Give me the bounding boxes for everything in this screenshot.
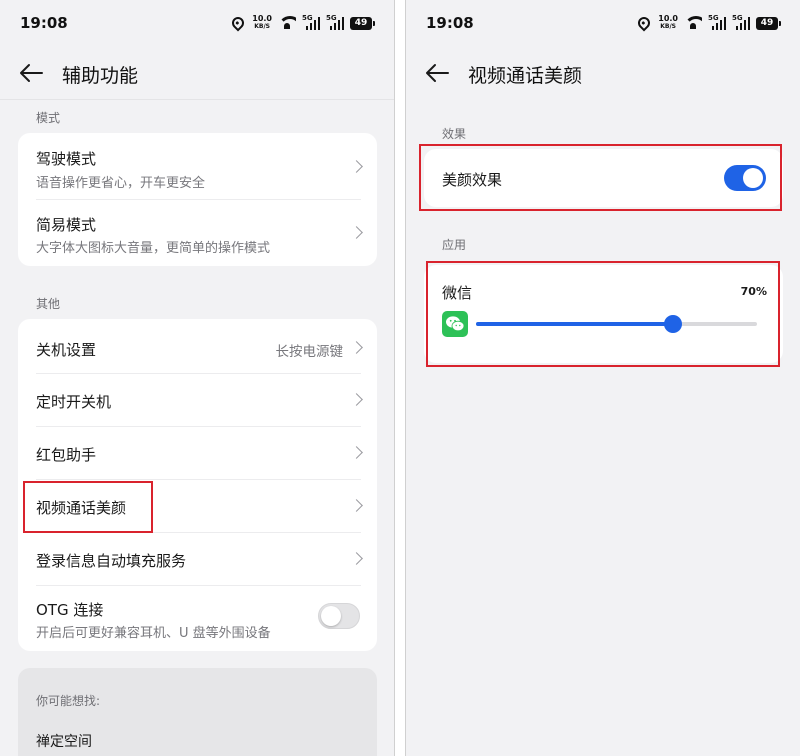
wifi-icon [684,16,702,30]
signal-icon: 5G [302,14,320,30]
row-value: 长按电源键 [275,344,344,360]
list-item-simple-mode[interactable]: 简易模式 大字体大图标大音量，更简单的操作模式 [18,200,377,266]
row-subtitle: 语音操作更省心，开车更安全 [36,176,206,191]
toggle-knob [743,168,763,188]
back-arrow-icon[interactable] [18,62,44,84]
wechat-icon [442,311,468,337]
effect-card: 美颜效果 [424,149,783,207]
suggestion-card: 你可能想找: 禅定空间 [18,668,377,756]
app-name: 微信 [442,284,473,302]
page-title: 视频通话美颜 [468,65,583,87]
right-screen: 19:08 10.0 KB/S 5G 5G 49 视频通话美颜 效果 美颜效果 应… [405,0,800,756]
section-label-apps: 应用 [442,238,467,252]
row-title: 登录信息自动填充服务 [36,552,187,570]
battery-icon: 49 [350,16,375,30]
list-item-video-call-beauty[interactable]: 视频通话美颜 [18,480,377,532]
list-item-red-packet-assistant[interactable]: 红包助手 [18,427,377,479]
status-bar: 19:08 10.0 KB/S 5G 5G 49 [0,0,394,46]
chevron-right-icon [350,226,363,239]
row-title: 简易模式 [36,216,97,234]
list-item-otg: OTG 连接 开启后可更好兼容耳机、U 盘等外围设备 [18,586,377,651]
header-divider [0,99,394,100]
suggestion-item[interactable]: 禅定空间 [36,731,92,751]
signal-icon: 5G [732,14,750,30]
status-icons: 10.0 KB/S 5G 5G 49 [635,12,781,34]
speed-unit: KB/S [660,23,676,30]
battery-icon: 49 [756,16,781,30]
row-title: 定时开关机 [36,393,112,411]
signal-icon: 5G [326,14,344,30]
row-title: 红包助手 [36,446,97,464]
chevron-right-icon [350,552,363,565]
row-title: 驾驶模式 [36,150,97,168]
page-title: 辅助功能 [62,65,139,87]
otg-toggle[interactable] [318,603,360,629]
location-icon [635,14,653,32]
slider-percent: 70% [740,285,767,298]
section-label-effect: 效果 [442,127,467,141]
row-title: 视频通话美颜 [36,499,127,517]
row-title: 美颜效果 [442,171,503,189]
status-bar: 19:08 10.0 KB/S 5G 5G 49 [406,0,800,46]
chevron-right-icon [350,341,363,354]
speed-value: 10.0 [658,14,678,23]
wifi-icon [278,16,296,30]
left-screen: 19:08 10.0 KB/S 5G 5G 49 辅助功能 模式 驾驶模式 语音操… [0,0,395,756]
section-label-other: 其他 [36,297,61,311]
network-speed: 10.0 KB/S [658,15,678,31]
list-item-autofill-service[interactable]: 登录信息自动填充服务 [18,533,377,585]
row-subtitle: 大字体大图标大音量，更简单的操作模式 [36,241,271,256]
row-subtitle: 开启后可更好兼容耳机、U 盘等外围设备 [36,626,271,641]
location-icon [229,14,247,32]
chevron-right-icon [350,160,363,173]
list-item-driving-mode[interactable]: 驾驶模式 语音操作更省心，开车更安全 [18,133,377,199]
page-header: 视频通话美颜 [406,56,800,90]
page-header: 辅助功能 [0,56,394,90]
toggle-knob [321,606,341,626]
row-title: OTG 连接 [36,601,104,619]
list-item-shutdown-settings[interactable]: 关机设置 长按电源键 [18,319,377,373]
beauty-level-slider[interactable] [476,315,757,333]
panel-gap [395,0,405,756]
status-icons: 10.0 KB/S 5G 5G 49 [229,12,375,34]
signal-icon: 5G [708,14,726,30]
slider-fill [476,322,673,326]
chevron-right-icon [350,446,363,459]
speed-value: 10.0 [252,14,272,23]
section-label-mode: 模式 [36,111,61,125]
speed-unit: KB/S [254,23,270,30]
chevron-right-icon [350,499,363,512]
row-title: 关机设置 [36,341,97,359]
mode-card: 驾驶模式 语音操作更省心，开车更安全 简易模式 大字体大图标大音量，更简单的操作… [18,133,377,266]
status-time: 19:08 [20,14,68,32]
network-speed: 10.0 KB/S [252,15,272,31]
status-time: 19:08 [426,14,474,32]
chevron-right-icon [350,393,363,406]
beauty-effect-toggle[interactable] [724,165,766,191]
back-arrow-icon[interactable] [424,62,450,84]
suggestion-label: 你可能想找: [36,694,101,708]
app-card: 微信 70% [424,265,783,363]
slider-thumb[interactable] [663,315,682,333]
list-item-scheduled-power[interactable]: 定时开关机 [18,374,377,426]
other-card: 关机设置 长按电源键 定时开关机 红包助手 视频通话美颜 登录信息自动填充服务 … [18,319,377,651]
